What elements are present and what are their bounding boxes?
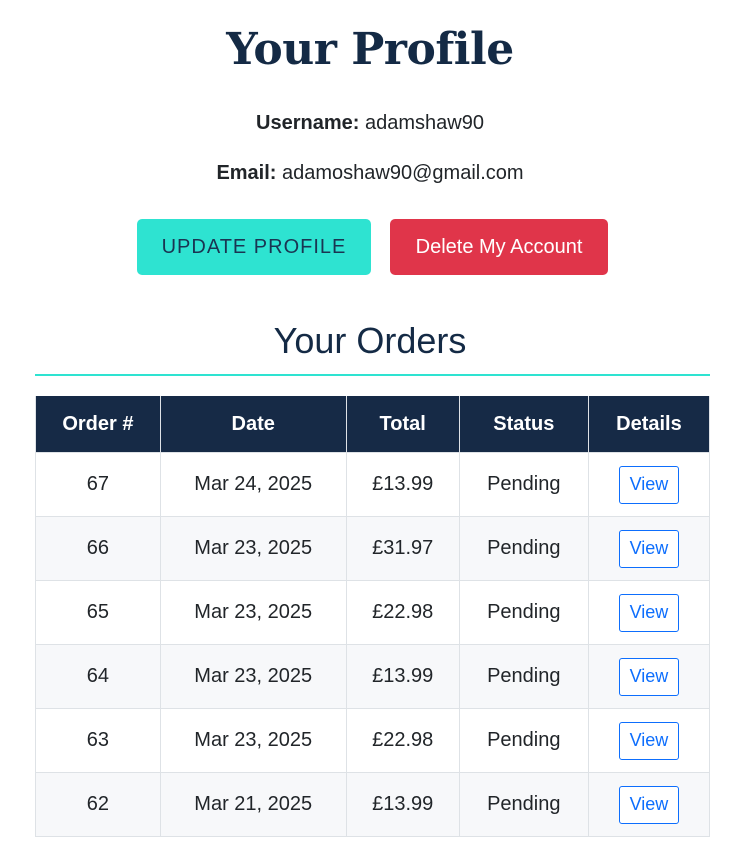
table-row: 65 Mar 23, 2025 £22.98 Pending View <box>35 580 711 645</box>
column-header-status: Status <box>458 396 589 453</box>
view-order-button[interactable]: View <box>618 721 679 760</box>
email-line: Email: adamoshaw90@gmail.com <box>0 161 740 185</box>
table-row: 66 Mar 23, 2025 £31.97 Pending View <box>35 516 711 581</box>
view-order-button[interactable]: View <box>618 657 679 696</box>
order-total-cell: £22.98 <box>345 580 460 645</box>
order-status-cell: Pending <box>458 516 589 581</box>
order-details-cell: View <box>587 452 711 517</box>
table-row: 67 Mar 24, 2025 £13.99 Pending View <box>35 452 711 517</box>
order-total-cell: £13.99 <box>345 772 460 837</box>
column-header-details: Details <box>587 396 711 453</box>
orders-divider <box>35 374 710 376</box>
column-header-date: Date <box>159 396 347 453</box>
table-row: 62 Mar 21, 2025 £13.99 Pending View <box>35 772 711 837</box>
delete-account-button[interactable]: Delete My Account <box>390 219 608 275</box>
column-header-total: Total <box>345 396 460 453</box>
order-details-cell: View <box>587 644 711 709</box>
order-status-cell: Pending <box>458 644 589 709</box>
table-row: 63 Mar 23, 2025 £22.98 Pending View <box>35 708 711 773</box>
order-number-cell: 63 <box>35 708 161 773</box>
order-status-cell: Pending <box>458 772 589 837</box>
username-value: adamshaw90 <box>364 112 484 134</box>
table-row: 64 Mar 23, 2025 £13.99 Pending View <box>35 644 711 709</box>
page-title: Your Profile <box>226 24 514 75</box>
order-status-cell: Pending <box>458 452 589 517</box>
order-status-cell: Pending <box>458 580 589 645</box>
orders-title: Your Orders <box>273 320 467 361</box>
email-value: adamoshaw90@gmail.com <box>282 162 524 184</box>
order-details-cell: View <box>587 708 711 773</box>
order-total-cell: £13.99 <box>345 452 460 517</box>
view-order-button[interactable]: View <box>618 465 679 504</box>
order-date-cell: Mar 23, 2025 <box>159 516 347 581</box>
order-date-cell: Mar 23, 2025 <box>159 708 347 773</box>
order-total-cell: £31.97 <box>345 516 460 581</box>
order-date-cell: Mar 23, 2025 <box>159 644 347 709</box>
order-date-cell: Mar 21, 2025 <box>159 772 347 837</box>
username-label: Username: <box>256 112 360 134</box>
order-details-cell: View <box>587 580 711 645</box>
order-number-cell: 67 <box>35 452 161 517</box>
column-header-order: Order # <box>35 396 161 453</box>
order-details-cell: View <box>587 772 711 837</box>
order-number-cell: 65 <box>35 580 161 645</box>
order-date-cell: Mar 23, 2025 <box>159 580 347 645</box>
view-order-button[interactable]: View <box>618 529 679 568</box>
username-line: Username: adamshaw90 <box>0 111 740 135</box>
order-number-cell: 64 <box>35 644 161 709</box>
order-total-cell: £22.98 <box>345 708 460 773</box>
order-number-cell: 66 <box>35 516 161 581</box>
order-total-cell: £13.99 <box>345 644 460 709</box>
order-details-cell: View <box>587 516 711 581</box>
order-date-cell: Mar 24, 2025 <box>159 452 347 517</box>
email-label: Email: <box>216 162 277 184</box>
order-number-cell: 62 <box>35 772 161 837</box>
view-order-button[interactable]: View <box>618 593 679 632</box>
view-order-button[interactable]: View <box>618 785 679 824</box>
update-profile-button[interactable]: Update Profile <box>137 219 371 275</box>
orders-table: Order # Date Total Status Details 67 Mar… <box>35 396 711 837</box>
orders-header-row: Order # Date Total Status Details <box>35 396 711 453</box>
order-status-cell: Pending <box>458 708 589 773</box>
